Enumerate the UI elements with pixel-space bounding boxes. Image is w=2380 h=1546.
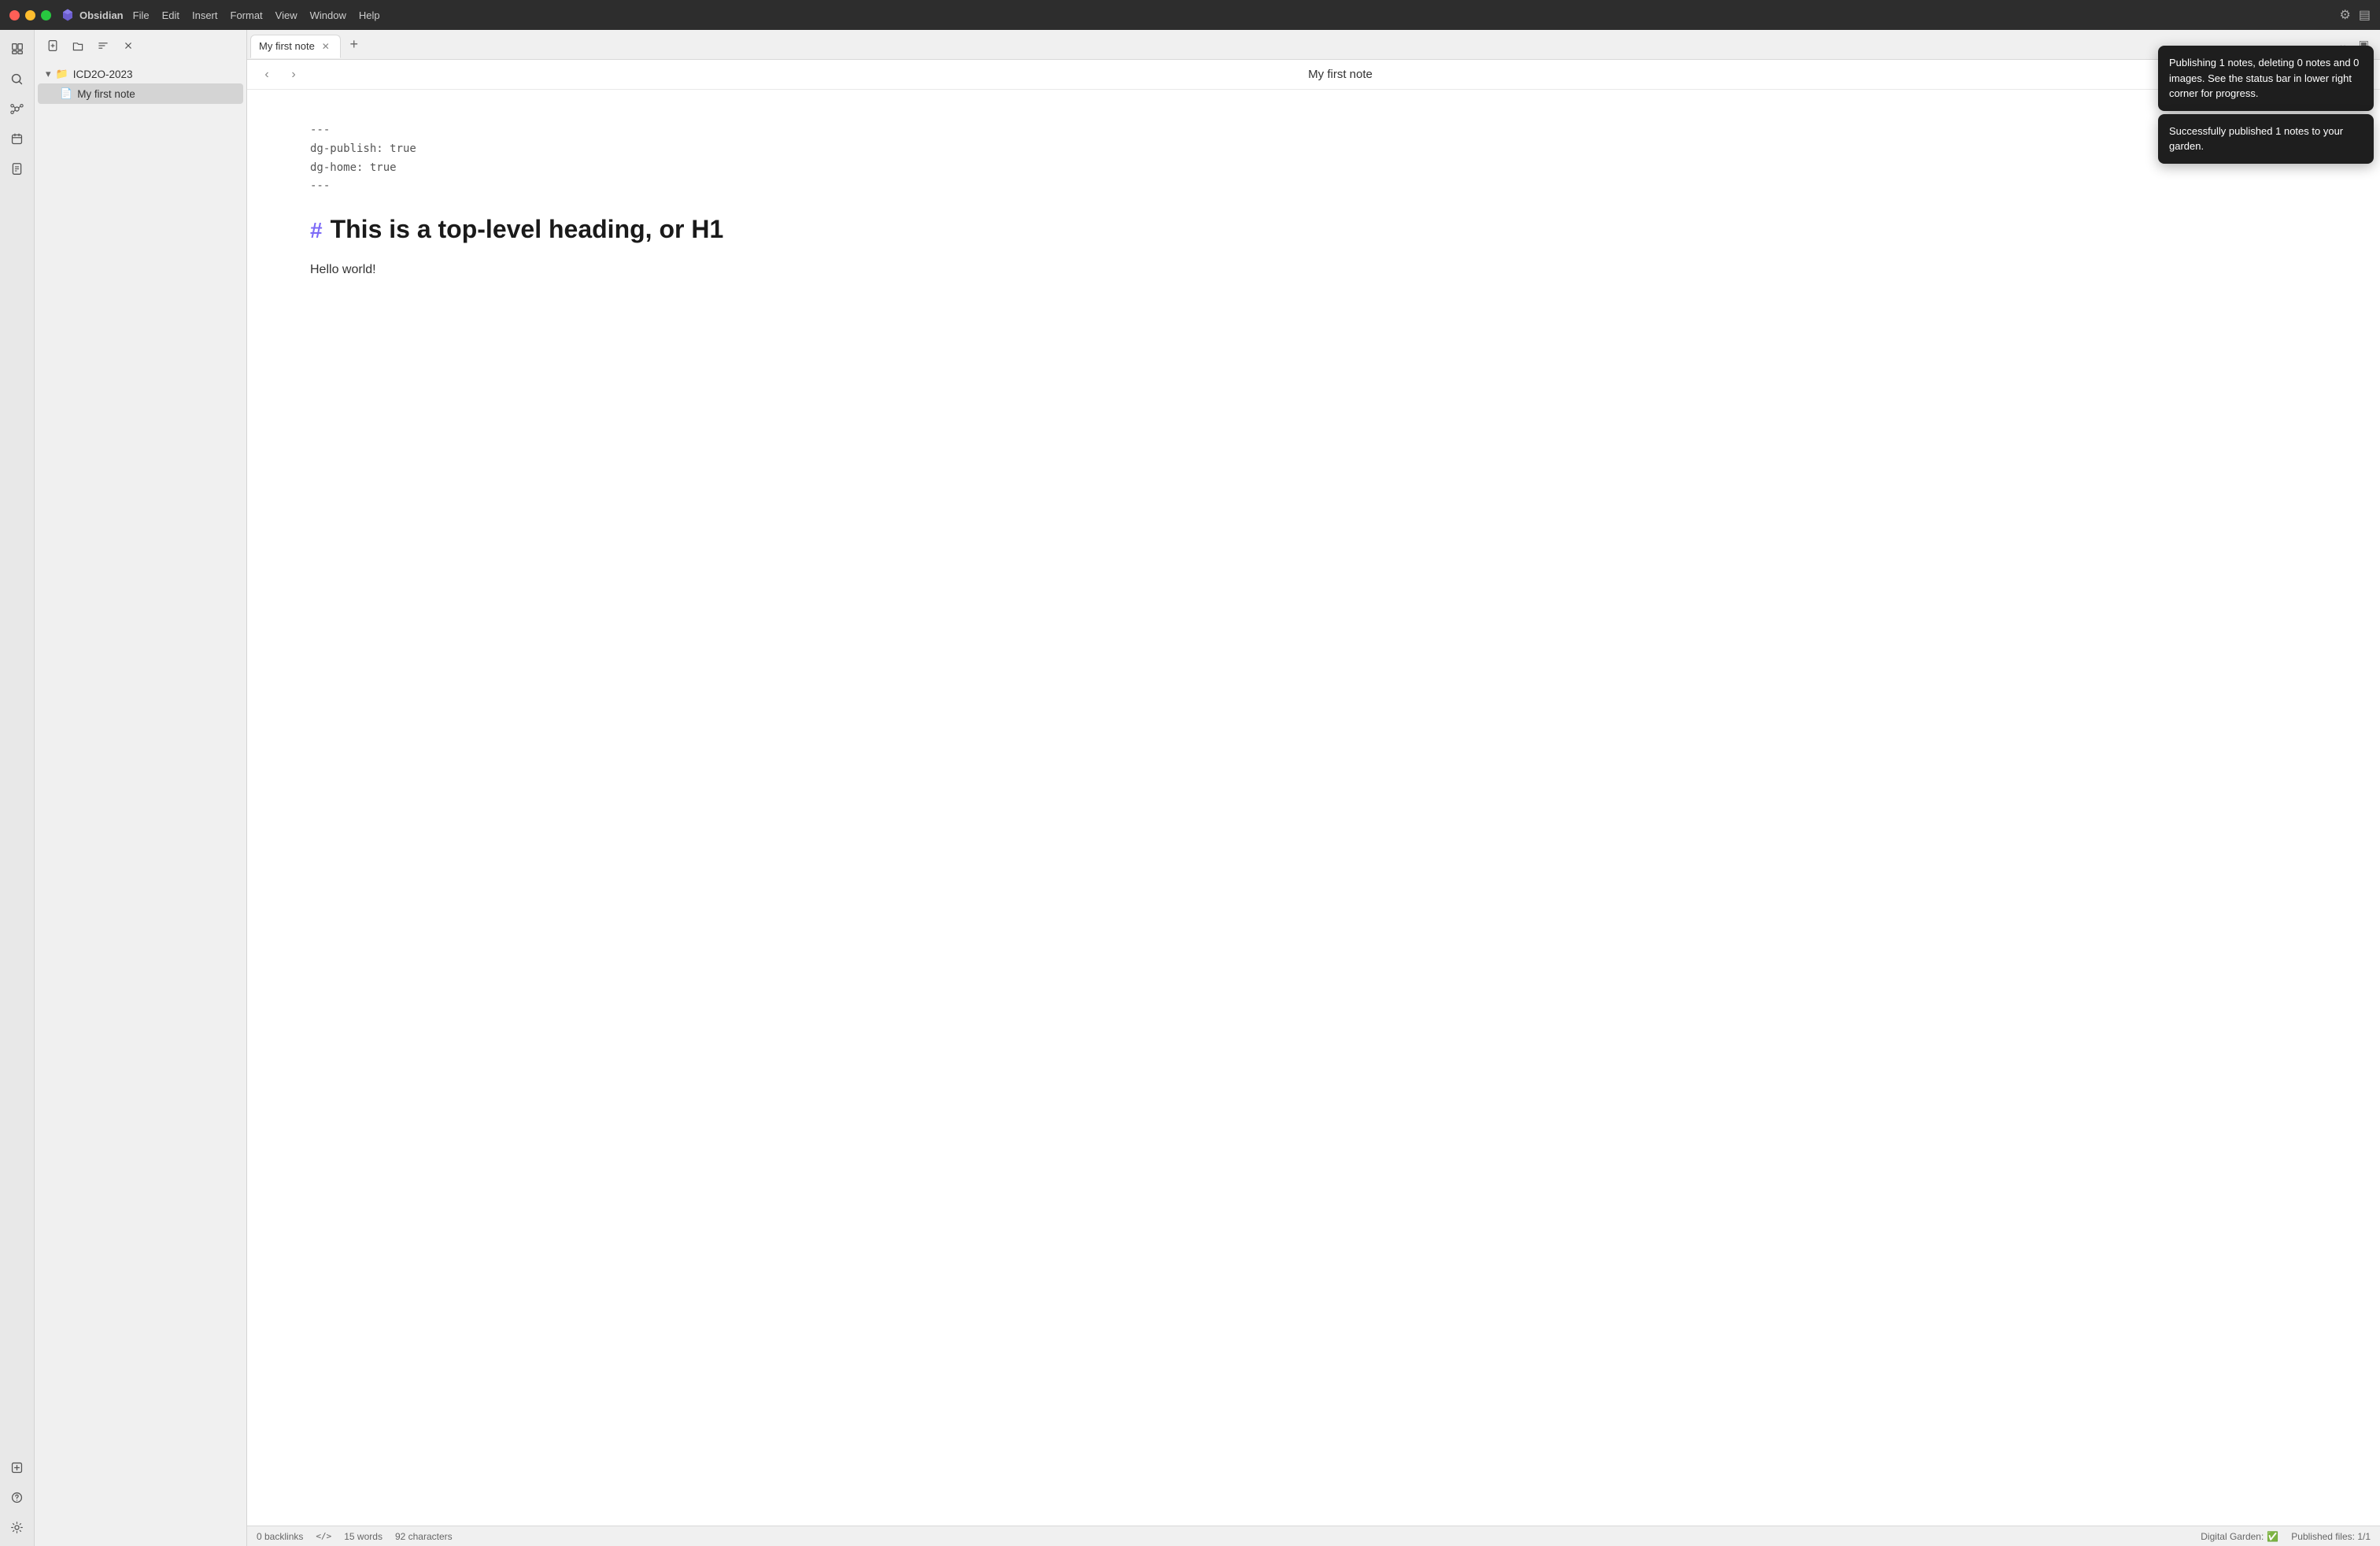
status-words: 15 words xyxy=(344,1531,382,1542)
note-frontmatter: --- dg-publish: true dg-home: true --- xyxy=(310,121,2317,196)
menu-window[interactable]: Window xyxy=(310,9,346,21)
editor-area: My first note ✕ + ⌄ ▣ ‹ › My first note xyxy=(247,30,2380,1546)
file-icon: 📄 xyxy=(60,87,72,100)
ribbon-graph-icon[interactable] xyxy=(5,96,30,121)
frontmatter-line1: dg-publish: true xyxy=(310,140,2317,159)
folder-chevron-icon: ▾ xyxy=(46,68,51,80)
ribbon-files-icon[interactable] xyxy=(5,36,30,61)
ribbon-calendar-icon[interactable] xyxy=(5,126,30,151)
sidebar-folder-icd2o[interactable]: ▾ 📁 ICD2O-2023 xyxy=(35,65,246,83)
sidebar-file-my-first-note[interactable]: 📄 My first note xyxy=(38,83,243,104)
notification-text-2: Successfully published 1 notes to your g… xyxy=(2169,125,2343,153)
sidebar-file-tree: ▾ 📁 ICD2O-2023 📄 My first note xyxy=(35,61,246,1546)
ribbon-notes-icon[interactable] xyxy=(5,156,30,181)
tab-bar: My first note ✕ + ⌄ ▣ xyxy=(247,30,2380,60)
menu-help[interactable]: Help xyxy=(359,9,380,21)
menu-edit[interactable]: Edit xyxy=(162,9,179,21)
nav-bar: ‹ › My first note xyxy=(247,60,2380,90)
tab-close-button[interactable]: ✕ xyxy=(320,40,332,53)
app-body: ▾ 📁 ICD2O-2023 📄 My first note My first … xyxy=(0,30,2380,1546)
file-label: My first note xyxy=(77,88,135,100)
ribbon-search-icon[interactable] xyxy=(5,66,30,91)
status-published-files: Published files: 1/1 xyxy=(2291,1531,2371,1542)
tab-label: My first note xyxy=(259,40,315,52)
tab-my-first-note[interactable]: My first note ✕ xyxy=(250,35,341,58)
new-tab-button[interactable]: + xyxy=(344,35,364,55)
titlebar-sidebar-icon[interactable]: ▤ xyxy=(2359,7,2371,23)
status-chars: 92 characters xyxy=(395,1531,453,1542)
traffic-lights xyxy=(9,10,51,20)
titlebar-settings-icon[interactable]: ⚙ xyxy=(2340,7,2351,23)
back-button[interactable]: ‹ xyxy=(257,65,277,85)
note-title: My first note xyxy=(310,68,2371,81)
ribbon-help-icon[interactable] xyxy=(5,1485,30,1510)
minimize-button[interactable] xyxy=(25,10,35,20)
notification-publishing: Publishing 1 notes, deleting 0 notes and… xyxy=(2158,46,2374,111)
note-body: Hello world! xyxy=(310,260,2317,280)
heading-hash: # xyxy=(310,218,323,243)
notification-text-1: Publishing 1 notes, deleting 0 notes and… xyxy=(2169,57,2359,99)
note-heading: # This is a top-level heading, or H1 xyxy=(310,215,2317,244)
menu-format[interactable]: Format xyxy=(231,9,263,21)
new-note-button[interactable] xyxy=(42,35,63,56)
status-digital-garden-check: ✅ xyxy=(2267,1531,2278,1542)
notifications-container: Publishing 1 notes, deleting 0 notes and… xyxy=(2152,39,2380,170)
maximize-button[interactable] xyxy=(41,10,51,20)
heading-text: This is a top-level heading, or H1 xyxy=(331,215,724,244)
folder-label: ICD2O-2023 xyxy=(73,68,133,80)
status-code-icon[interactable]: </> xyxy=(316,1531,331,1541)
frontmatter-line2: dg-home: true xyxy=(310,159,2317,178)
close-button[interactable] xyxy=(9,10,20,20)
frontmatter-sep1: --- xyxy=(310,121,2317,140)
note-editor[interactable]: --- dg-publish: true dg-home: true --- #… xyxy=(247,90,2380,1526)
frontmatter-sep2: --- xyxy=(310,177,2317,196)
titlebar-right: ⚙ ▤ xyxy=(2340,7,2371,23)
sidebar-toolbar xyxy=(35,30,246,61)
sort-button[interactable] xyxy=(93,35,113,56)
status-digital-garden-label: Digital Garden: ✅ xyxy=(2201,1531,2278,1542)
collapse-button[interactable] xyxy=(118,35,139,56)
menu-file[interactable]: File xyxy=(133,9,150,21)
notification-success: Successfully published 1 notes to your g… xyxy=(2158,114,2374,164)
menu-view[interactable]: View xyxy=(275,9,298,21)
status-backlinks[interactable]: 0 backlinks xyxy=(257,1531,303,1542)
open-folder-button[interactable] xyxy=(68,35,88,56)
ribbon-settings-icon[interactable] xyxy=(5,1515,30,1540)
menu-bar: File Edit Insert Format View Window Help xyxy=(133,9,380,21)
obsidian-logo-icon xyxy=(61,8,75,22)
folder-icon: 📁 xyxy=(56,68,68,80)
titlebar: Obsidian File Edit Insert Format View Wi… xyxy=(0,0,2380,30)
app-title: Obsidian xyxy=(61,8,124,22)
sidebar: ▾ 📁 ICD2O-2023 📄 My first note xyxy=(35,30,247,1546)
ribbon-publish-icon[interactable] xyxy=(5,1455,30,1480)
menu-insert[interactable]: Insert xyxy=(192,9,218,21)
forward-button[interactable]: › xyxy=(283,65,304,85)
status-bar: 0 backlinks </> 15 words 92 characters D… xyxy=(247,1526,2380,1546)
left-ribbon xyxy=(0,30,35,1546)
